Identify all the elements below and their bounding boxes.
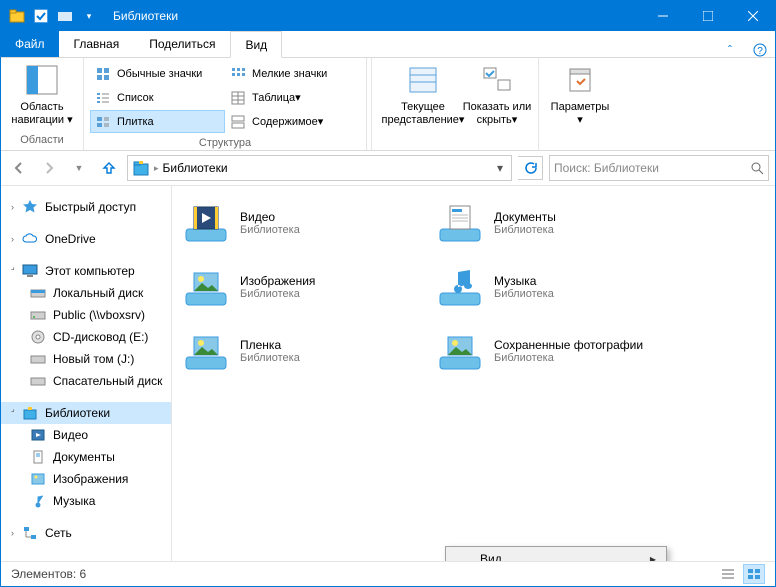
tab-share[interactable]: Поделиться bbox=[134, 30, 230, 57]
qat-folder-icon[interactable] bbox=[55, 6, 75, 26]
svg-text:?: ? bbox=[757, 46, 763, 57]
group-layout-label: Структура bbox=[88, 135, 362, 151]
library-images[interactable]: ИзображенияБиблиотека bbox=[182, 266, 432, 308]
minimize-button[interactable] bbox=[640, 1, 685, 31]
current-view-label: Текущее представление bbox=[382, 101, 459, 126]
up-button[interactable] bbox=[97, 156, 121, 180]
nav-pane-label: Область навигации bbox=[11, 101, 64, 126]
nav-rescue[interactable]: Спасательный диск bbox=[1, 370, 171, 392]
nav-libraries[interactable]: ›Библиотеки bbox=[1, 402, 171, 424]
maximize-button[interactable] bbox=[685, 1, 730, 31]
content-area[interactable]: ВидеоБиблиотека ДокументыБиблиотека Изоб… bbox=[172, 186, 775, 561]
nav-lib-docs[interactable]: Документы bbox=[1, 446, 171, 468]
image-icon bbox=[29, 470, 47, 488]
music-icon bbox=[29, 492, 47, 510]
drive-icon bbox=[29, 372, 47, 390]
nav-lib-images[interactable]: Изображения bbox=[1, 468, 171, 490]
address-dropdown-icon[interactable]: ▾ bbox=[493, 161, 507, 175]
ctx-view[interactable]: Вид bbox=[446, 547, 666, 561]
nav-new-volume[interactable]: Новый том (J:) bbox=[1, 348, 171, 370]
address-bar[interactable]: ▸ Библиотеки ▾ bbox=[127, 155, 512, 181]
search-placeholder: Поиск: Библиотеки bbox=[554, 161, 659, 175]
window-title: Библиотеки bbox=[105, 9, 640, 23]
view-medium-icons[interactable]: Обычные значки bbox=[90, 62, 225, 85]
forward-button[interactable] bbox=[37, 156, 61, 180]
libraries-icon bbox=[21, 404, 39, 422]
library-film[interactable]: ПленкаБиблиотека bbox=[182, 330, 432, 372]
nav-pane: ›Быстрый доступ ›OneDrive ›Этот компьюте… bbox=[1, 186, 172, 561]
film-library-icon bbox=[182, 330, 230, 372]
back-button[interactable] bbox=[7, 156, 31, 180]
saved-photos-library-icon bbox=[436, 330, 484, 372]
nav-quick-access[interactable]: ›Быстрый доступ bbox=[1, 196, 171, 218]
breadcrumb-location[interactable]: Библиотеки bbox=[163, 161, 228, 175]
network-drive-icon bbox=[29, 306, 47, 324]
ribbon-tabs: Файл Главная Поделиться Вид ˆ ? bbox=[1, 31, 775, 58]
nav-public[interactable]: Public (\\vboxsrv) bbox=[1, 304, 171, 326]
status-item-count: Элементов: 6 bbox=[11, 567, 86, 581]
app-icon bbox=[7, 6, 27, 26]
library-video[interactable]: ВидеоБиблиотека bbox=[182, 202, 432, 244]
library-documents[interactable]: ДокументыБиблиотека bbox=[436, 202, 686, 244]
refresh-button[interactable] bbox=[518, 156, 543, 180]
nav-lib-video[interactable]: Видео bbox=[1, 424, 171, 446]
status-details-view[interactable] bbox=[717, 564, 739, 584]
network-icon bbox=[21, 524, 39, 542]
qat-checkbox-icon[interactable] bbox=[31, 6, 51, 26]
context-menu: Вид Сортировка Группировка Обновить Вста… bbox=[445, 546, 667, 561]
tab-home[interactable]: Главная bbox=[59, 30, 135, 57]
current-view-button[interactable]: Текущее представление▾ bbox=[386, 60, 460, 132]
status-icons-view[interactable] bbox=[743, 564, 765, 584]
nav-local-disk[interactable]: Локальный диск bbox=[1, 282, 171, 304]
documents-library-icon bbox=[436, 202, 484, 244]
video-library-icon bbox=[182, 202, 230, 244]
view-table[interactable]: Таблица ▾ bbox=[225, 86, 360, 109]
library-saved-photos[interactable]: Сохраненные фотографииБиблиотека bbox=[436, 330, 686, 372]
document-icon bbox=[29, 448, 47, 466]
drive-icon bbox=[29, 350, 47, 368]
nav-pane-button[interactable]: Область навигации ▾ bbox=[5, 60, 79, 132]
status-bar: Элементов: 6 bbox=[1, 561, 775, 586]
nav-onedrive[interactable]: ›OneDrive bbox=[1, 228, 171, 250]
star-icon bbox=[21, 198, 39, 216]
options-label: Параметры bbox=[551, 101, 610, 113]
qat-dropdown-icon[interactable]: ▾ bbox=[79, 6, 99, 26]
library-music[interactable]: МузыкаБиблиотека bbox=[436, 266, 686, 308]
help-button[interactable]: ? bbox=[745, 43, 775, 57]
cloud-icon bbox=[21, 230, 39, 248]
pc-icon bbox=[21, 262, 39, 280]
view-tiles[interactable]: Плитка bbox=[90, 110, 225, 133]
recent-button[interactable]: ▼ bbox=[67, 156, 91, 180]
view-list[interactable]: Список bbox=[90, 86, 225, 109]
music-library-icon bbox=[436, 266, 484, 308]
cd-icon bbox=[29, 328, 47, 346]
close-button[interactable] bbox=[730, 1, 775, 31]
view-small-icons[interactable]: Мелкие значки bbox=[225, 62, 360, 85]
search-input[interactable]: Поиск: Библиотеки bbox=[549, 155, 769, 181]
tab-view[interactable]: Вид bbox=[230, 31, 282, 58]
options-button[interactable]: Параметры▾ bbox=[543, 60, 617, 132]
view-content[interactable]: Содержимое ▾ bbox=[225, 110, 360, 133]
nav-cd[interactable]: CD-дисковод (E:) bbox=[1, 326, 171, 348]
ribbon: Область навигации ▾ Области Обычные знач… bbox=[1, 58, 775, 151]
nav-lib-music[interactable]: Музыка bbox=[1, 490, 171, 512]
ribbon-collapse-button[interactable]: ˆ bbox=[715, 43, 745, 57]
drive-icon bbox=[29, 284, 47, 302]
search-icon bbox=[750, 161, 764, 175]
group-panes-label: Области bbox=[5, 132, 79, 148]
nav-this-pc[interactable]: ›Этот компьютер bbox=[1, 260, 171, 282]
libraries-icon bbox=[132, 159, 150, 177]
show-hide-button[interactable]: Показать или скрыть▾ bbox=[460, 60, 534, 132]
address-bar-row: ▼ ▸ Библиотеки ▾ Поиск: Библиотеки bbox=[1, 151, 775, 186]
titlebar: ▾ Библиотеки bbox=[1, 1, 775, 31]
nav-network[interactable]: ›Сеть bbox=[1, 522, 171, 544]
images-library-icon bbox=[182, 266, 230, 308]
tab-file[interactable]: Файл bbox=[1, 31, 59, 57]
show-hide-label: Показать или скрыть bbox=[463, 101, 532, 126]
video-icon bbox=[29, 426, 47, 444]
